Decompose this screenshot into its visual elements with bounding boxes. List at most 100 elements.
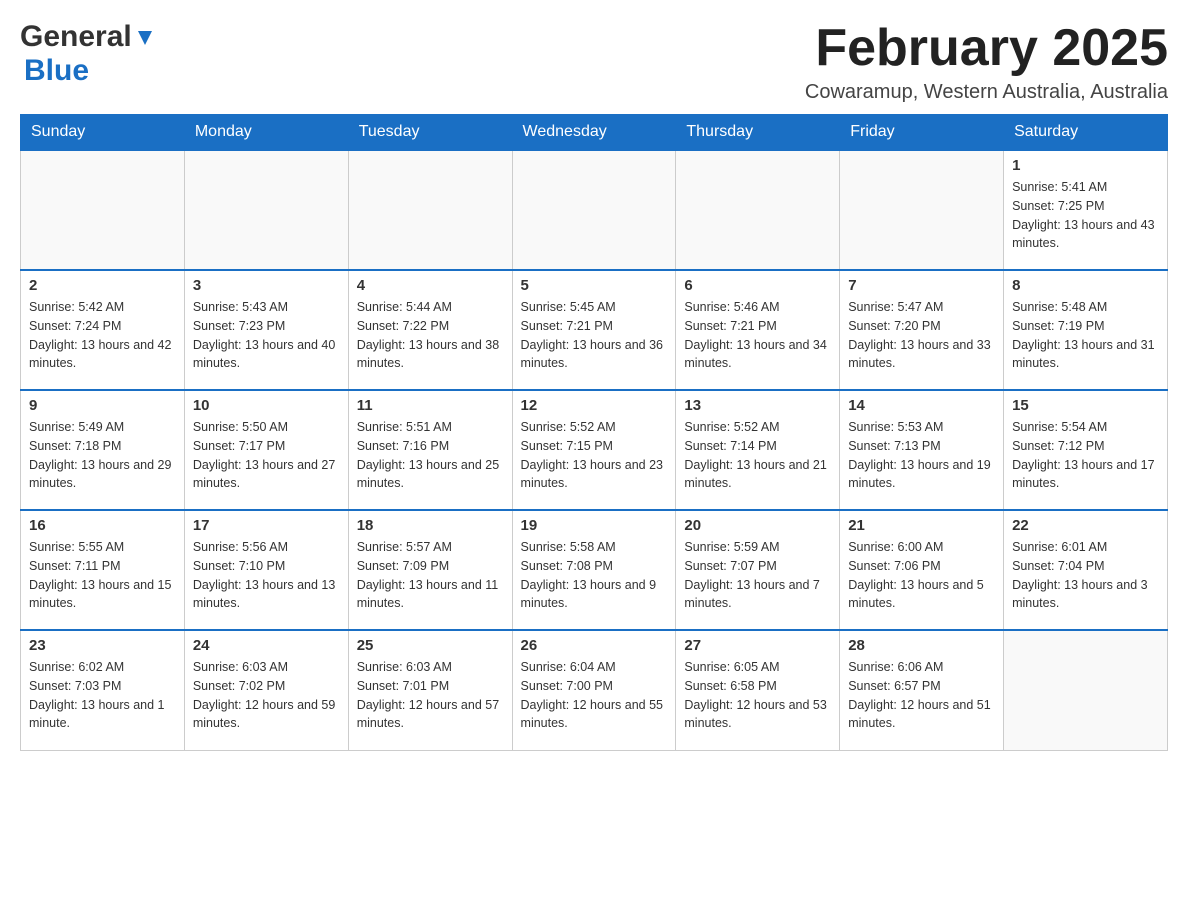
calendar-cell: 23 Sunrise: 6:02 AMSunset: 7:03 PMDayligh… bbox=[21, 630, 185, 750]
title-section: February 2025 Cowaramup, Western Austral… bbox=[805, 20, 1168, 104]
calendar-cell bbox=[840, 150, 1004, 270]
day-number: 1 bbox=[1012, 157, 1159, 174]
day-number: 10 bbox=[193, 397, 340, 414]
calendar-cell: 18 Sunrise: 5:57 AMSunset: 7:09 PMDayligh… bbox=[348, 510, 512, 630]
day-info: Sunrise: 6:00 AMSunset: 7:06 PMDaylight:… bbox=[848, 538, 995, 613]
calendar-cell: 1Sunrise: 5:41 AMSunset: 7:25 PMDaylight… bbox=[1004, 150, 1168, 270]
calendar-cell: 19 Sunrise: 5:58 AMSunset: 7:08 PMDayligh… bbox=[512, 510, 676, 630]
day-info: Sunrise: 5:42 AMSunset: 7:24 PMDaylight:… bbox=[29, 298, 176, 373]
calendar-cell: 13 Sunrise: 5:52 AMSunset: 7:14 PMDayligh… bbox=[676, 390, 840, 510]
day-info: Sunrise: 5:59 AMSunset: 7:07 PMDaylight:… bbox=[684, 538, 831, 613]
day-number: 16 bbox=[29, 517, 176, 534]
day-info: Sunrise: 5:47 AMSunset: 7:20 PMDaylight:… bbox=[848, 298, 995, 373]
weekday-header-friday: Friday bbox=[840, 115, 1004, 151]
calendar-cell: 12Sunrise: 5:52 AMSunset: 7:15 PMDayligh… bbox=[512, 390, 676, 510]
day-number: 9 bbox=[29, 397, 176, 414]
weekday-header-row: SundayMondayTuesdayWednesdayThursdayFrid… bbox=[21, 115, 1168, 151]
calendar-cell: 25 Sunrise: 6:03 AMSunset: 7:01 PMDayligh… bbox=[348, 630, 512, 750]
calendar-cell: 6 Sunrise: 5:46 AMSunset: 7:21 PMDaylight… bbox=[676, 270, 840, 390]
weekday-header-saturday: Saturday bbox=[1004, 115, 1168, 151]
calendar-cell: 10 Sunrise: 5:50 AMSunset: 7:17 PMDayligh… bbox=[184, 390, 348, 510]
logo: General Blue bbox=[20, 20, 156, 88]
week-row-3: 9 Sunrise: 5:49 AMSunset: 7:18 PMDaylight… bbox=[21, 390, 1168, 510]
calendar-cell: 5 Sunrise: 5:45 AMSunset: 7:21 PMDaylight… bbox=[512, 270, 676, 390]
day-info: Sunrise: 6:01 AMSunset: 7:04 PMDaylight:… bbox=[1012, 538, 1159, 613]
day-number: 6 bbox=[684, 277, 831, 294]
day-info: Sunrise: 5:50 AMSunset: 7:17 PMDaylight:… bbox=[193, 418, 340, 493]
calendar-cell: 3 Sunrise: 5:43 AMSunset: 7:23 PMDaylight… bbox=[184, 270, 348, 390]
day-number: 20 bbox=[684, 517, 831, 534]
day-info: Sunrise: 5:43 AMSunset: 7:23 PMDaylight:… bbox=[193, 298, 340, 373]
day-number: 15 bbox=[1012, 397, 1159, 414]
day-info: Sunrise: 5:48 AMSunset: 7:19 PMDaylight:… bbox=[1012, 298, 1159, 373]
weekday-header-tuesday: Tuesday bbox=[348, 115, 512, 151]
day-info: Sunrise: 5:51 AMSunset: 7:16 PMDaylight:… bbox=[357, 418, 504, 493]
calendar-cell: 4Sunrise: 5:44 AMSunset: 7:22 PMDaylight… bbox=[348, 270, 512, 390]
weekday-header-thursday: Thursday bbox=[676, 115, 840, 151]
week-row-1: 1Sunrise: 5:41 AMSunset: 7:25 PMDaylight… bbox=[21, 150, 1168, 270]
week-row-4: 16 Sunrise: 5:55 AMSunset: 7:11 PMDayligh… bbox=[21, 510, 1168, 630]
logo-blue-text: Blue bbox=[24, 54, 89, 87]
day-info: Sunrise: 5:58 AMSunset: 7:08 PMDaylight:… bbox=[521, 538, 668, 613]
day-info: Sunrise: 5:57 AMSunset: 7:09 PMDaylight:… bbox=[357, 538, 504, 613]
day-number: 5 bbox=[521, 277, 668, 294]
day-number: 25 bbox=[357, 637, 504, 654]
day-number: 2 bbox=[29, 277, 176, 294]
calendar-cell: 14 Sunrise: 5:53 AMSunset: 7:13 PMDayligh… bbox=[840, 390, 1004, 510]
day-info: Sunrise: 5:52 AMSunset: 7:14 PMDaylight:… bbox=[684, 418, 831, 493]
weekday-header-monday: Monday bbox=[184, 115, 348, 151]
calendar-cell: 26 Sunrise: 6:04 AMSunset: 7:00 PMDayligh… bbox=[512, 630, 676, 750]
day-info: Sunrise: 6:03 AMSunset: 7:01 PMDaylight:… bbox=[357, 658, 504, 733]
calendar-cell: 24Sunrise: 6:03 AMSunset: 7:02 PMDayligh… bbox=[184, 630, 348, 750]
day-info: Sunrise: 5:54 AMSunset: 7:12 PMDaylight:… bbox=[1012, 418, 1159, 493]
day-info: Sunrise: 5:46 AMSunset: 7:21 PMDaylight:… bbox=[684, 298, 831, 373]
calendar-cell: 21 Sunrise: 6:00 AMSunset: 7:06 PMDayligh… bbox=[840, 510, 1004, 630]
day-number: 24 bbox=[193, 637, 340, 654]
calendar-cell bbox=[512, 150, 676, 270]
day-number: 13 bbox=[684, 397, 831, 414]
calendar-cell: 7 Sunrise: 5:47 AMSunset: 7:20 PMDaylight… bbox=[840, 270, 1004, 390]
day-info: Sunrise: 6:05 AMSunset: 6:58 PMDaylight:… bbox=[684, 658, 831, 733]
day-number: 28 bbox=[848, 637, 995, 654]
calendar-cell: 17Sunrise: 5:56 AMSunset: 7:10 PMDayligh… bbox=[184, 510, 348, 630]
calendar-cell: 8 Sunrise: 5:48 AMSunset: 7:19 PMDaylight… bbox=[1004, 270, 1168, 390]
weekday-header-wednesday: Wednesday bbox=[512, 115, 676, 151]
day-info: Sunrise: 5:45 AMSunset: 7:21 PMDaylight:… bbox=[521, 298, 668, 373]
calendar-cell bbox=[184, 150, 348, 270]
week-row-2: 2 Sunrise: 5:42 AMSunset: 7:24 PMDaylight… bbox=[21, 270, 1168, 390]
location-text: Cowaramup, Western Australia, Australia bbox=[805, 81, 1168, 104]
day-number: 19 bbox=[521, 517, 668, 534]
day-number: 8 bbox=[1012, 277, 1159, 294]
weekday-header-sunday: Sunday bbox=[21, 115, 185, 151]
day-info: Sunrise: 6:04 AMSunset: 7:00 PMDaylight:… bbox=[521, 658, 668, 733]
calendar-cell bbox=[1004, 630, 1168, 750]
calendar-cell: 16 Sunrise: 5:55 AMSunset: 7:11 PMDayligh… bbox=[21, 510, 185, 630]
day-info: Sunrise: 5:49 AMSunset: 7:18 PMDaylight:… bbox=[29, 418, 176, 493]
day-number: 27 bbox=[684, 637, 831, 654]
calendar-cell: 2 Sunrise: 5:42 AMSunset: 7:24 PMDaylight… bbox=[21, 270, 185, 390]
day-number: 23 bbox=[29, 637, 176, 654]
day-info: Sunrise: 5:52 AMSunset: 7:15 PMDaylight:… bbox=[521, 418, 668, 493]
day-info: Sunrise: 5:55 AMSunset: 7:11 PMDaylight:… bbox=[29, 538, 176, 613]
day-number: 3 bbox=[193, 277, 340, 294]
calendar-cell: 11Sunrise: 5:51 AMSunset: 7:16 PMDayligh… bbox=[348, 390, 512, 510]
day-number: 7 bbox=[848, 277, 995, 294]
day-number: 18 bbox=[357, 517, 504, 534]
calendar-cell: 9 Sunrise: 5:49 AMSunset: 7:18 PMDaylight… bbox=[21, 390, 185, 510]
logo-general-text: General bbox=[20, 20, 132, 54]
calendar-cell bbox=[676, 150, 840, 270]
calendar-cell: 27 Sunrise: 6:05 AMSunset: 6:58 PMDayligh… bbox=[676, 630, 840, 750]
week-row-5: 23 Sunrise: 6:02 AMSunset: 7:03 PMDayligh… bbox=[21, 630, 1168, 750]
calendar-table: SundayMondayTuesdayWednesdayThursdayFrid… bbox=[20, 114, 1168, 751]
page-header: General Blue February 2025 Cowaramup, We… bbox=[20, 20, 1168, 104]
month-title: February 2025 bbox=[805, 20, 1168, 77]
calendar-cell: 22Sunrise: 6:01 AMSunset: 7:04 PMDayligh… bbox=[1004, 510, 1168, 630]
calendar-cell: 15 Sunrise: 5:54 AMSunset: 7:12 PMDayligh… bbox=[1004, 390, 1168, 510]
day-info: Sunrise: 6:06 AMSunset: 6:57 PMDaylight:… bbox=[848, 658, 995, 733]
day-info: Sunrise: 5:53 AMSunset: 7:13 PMDaylight:… bbox=[848, 418, 995, 493]
day-number: 26 bbox=[521, 637, 668, 654]
day-number: 21 bbox=[848, 517, 995, 534]
day-number: 17 bbox=[193, 517, 340, 534]
day-number: 14 bbox=[848, 397, 995, 414]
day-info: Sunrise: 6:02 AMSunset: 7:03 PMDaylight:… bbox=[29, 658, 176, 733]
